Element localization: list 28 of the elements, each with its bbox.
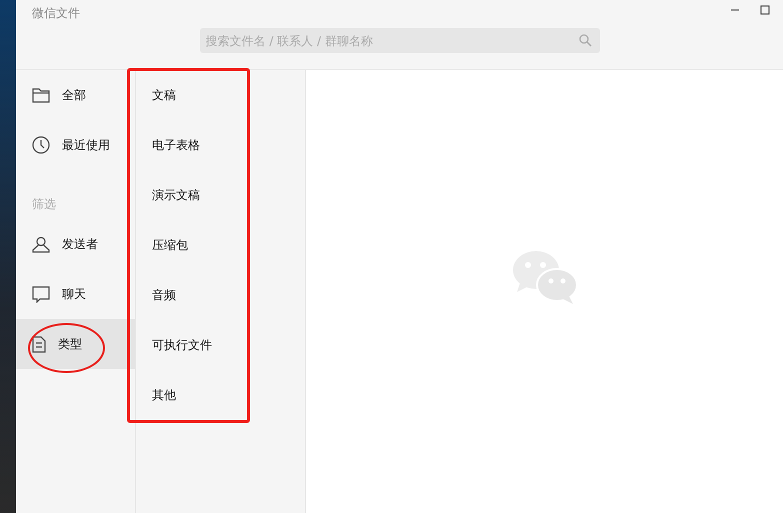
document-icon [32,336,46,352]
person-icon [32,236,50,252]
sidebar-item[interactable]: 聊天 [16,269,135,319]
file-type-item[interactable]: 演示文稿 [136,170,305,220]
sidebar-item[interactable]: 发送者 [16,219,135,269]
sidebar-item[interactable]: 最近使用 [16,120,135,170]
chat-bubble-icon [32,286,50,302]
folder-icon [32,88,50,102]
sidebar-item-label: 类型 [58,336,82,352]
clock-icon [32,136,50,154]
sidebar-item-label: 发送者 [62,236,98,252]
file-type-item[interactable]: 电子表格 [136,120,305,170]
sidebar-item[interactable]: 类型 [16,319,135,369]
section-label: 筛选 [31,196,57,213]
maximize-icon [760,5,770,15]
sidebar-item-label: 聊天 [62,286,86,302]
file-type-item[interactable]: 文稿 [136,70,305,120]
file-type-item[interactable]: 音频 [136,270,305,320]
file-type-item[interactable]: 其他 [136,370,305,420]
file-type-item[interactable]: 压缩包 [136,220,305,270]
window-title: 微信文件 [32,5,80,22]
file-type-item[interactable]: 可执行文件 [136,320,305,370]
search-field[interactable]: 搜索文件名 / 联系人 / 群聊名称 [200,28,600,53]
sidebar-item-label: 全部 [62,86,86,104]
chat-logo-icon [512,248,578,304]
search-icon [578,34,592,47]
sidebar-item-label: 最近使用 [62,136,110,154]
sidebar-item[interactable]: 全部 [16,70,135,120]
